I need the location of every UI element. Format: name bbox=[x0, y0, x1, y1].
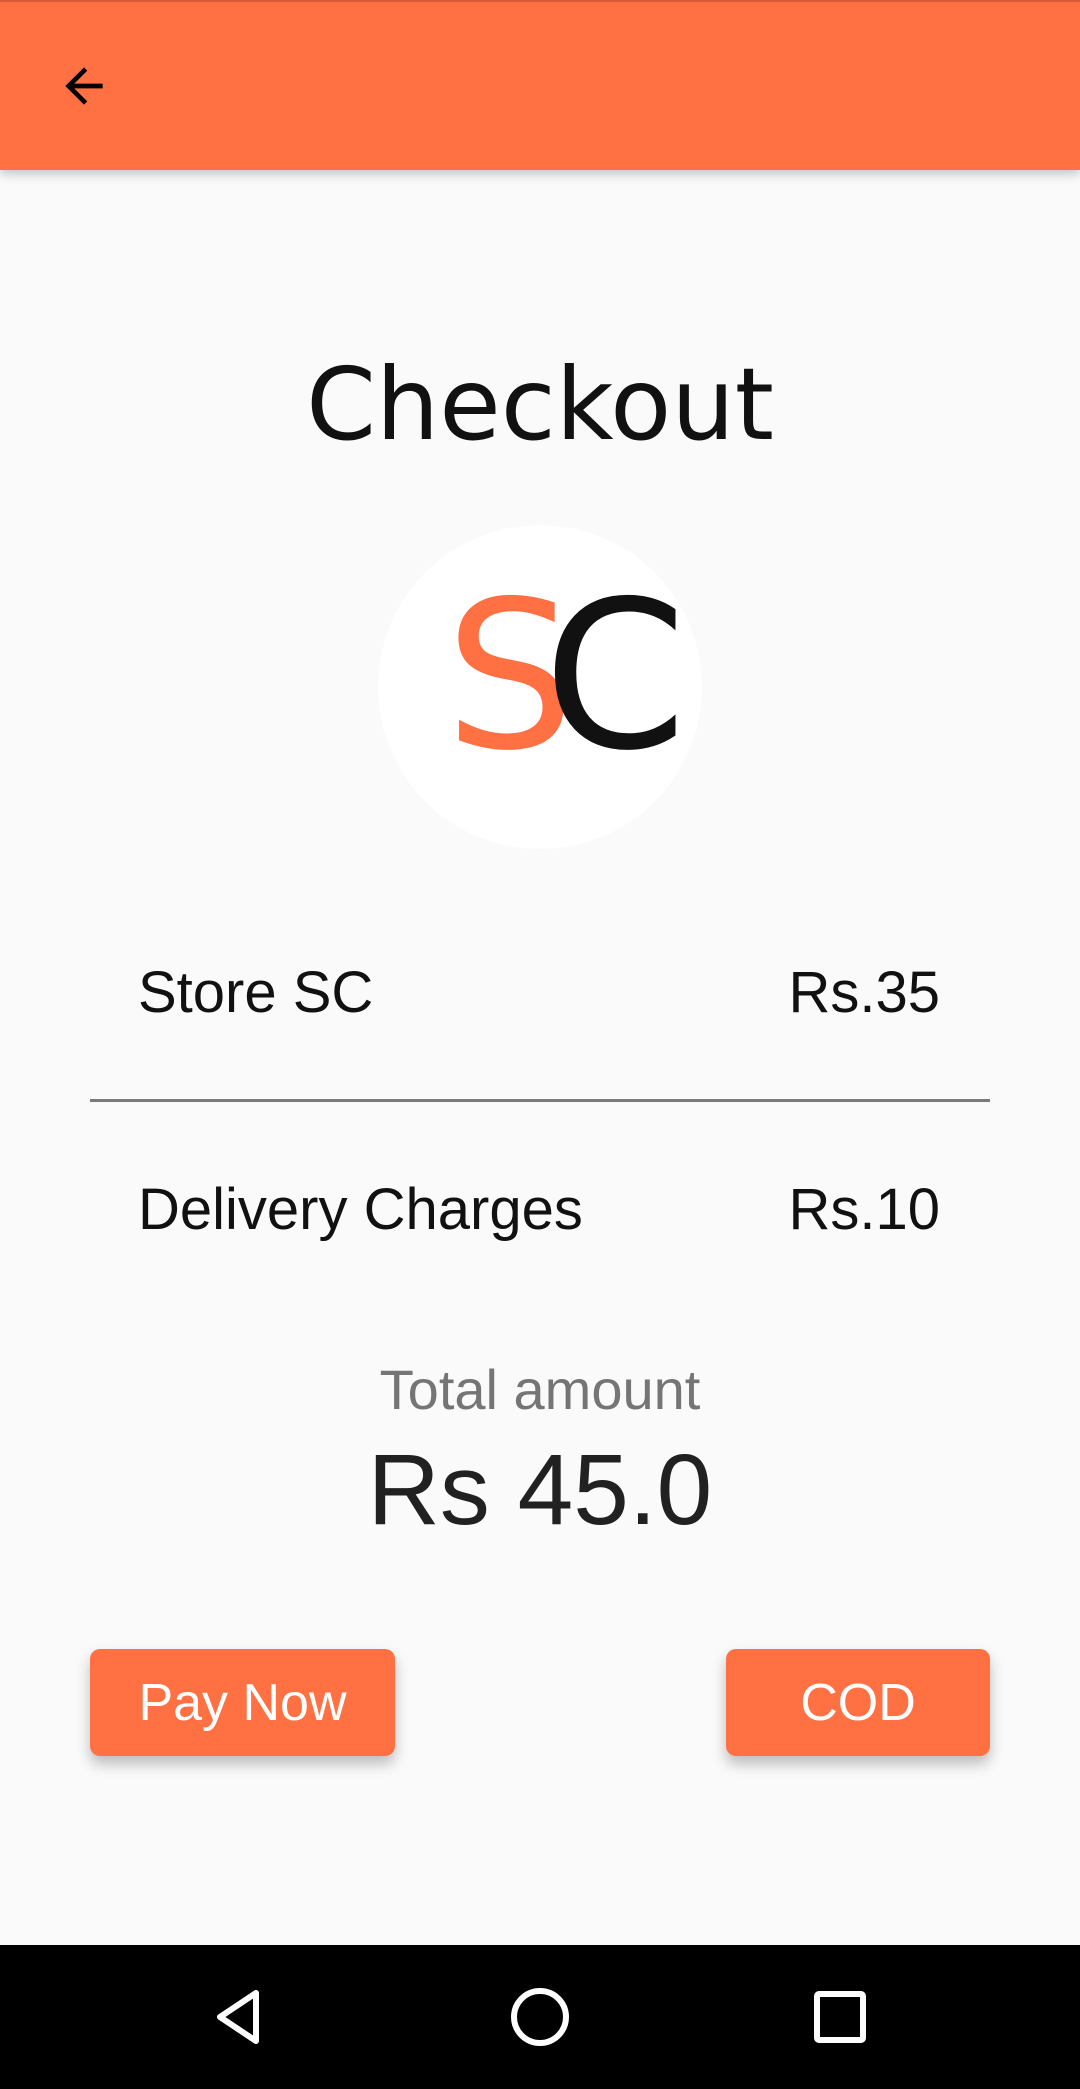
item-label-store: Store SC bbox=[138, 960, 374, 1025]
system-home-button[interactable] bbox=[490, 1967, 590, 2067]
nav-back-triangle-icon bbox=[217, 1990, 259, 2044]
pay-now-button[interactable]: Pay Now bbox=[90, 1649, 395, 1756]
item-value-delivery: Rs.10 bbox=[788, 1177, 940, 1242]
item-value-store: Rs.35 bbox=[788, 960, 940, 1025]
app-bar bbox=[0, 0, 1080, 170]
cod-button[interactable]: COD bbox=[726, 1649, 990, 1756]
nav-home-circle-icon bbox=[511, 1988, 569, 2046]
arrow-left-icon bbox=[65, 67, 103, 105]
page-title: Checkout bbox=[306, 346, 774, 463]
logo-letter-c: C bbox=[543, 558, 686, 796]
divider bbox=[90, 1099, 990, 1102]
system-navigation-bar bbox=[0, 1945, 1080, 2089]
nav-recents-square-icon bbox=[814, 1991, 866, 2043]
store-logo: S C bbox=[378, 525, 702, 849]
total-amount-value: Rs 45.0 bbox=[367, 1434, 713, 1546]
back-button[interactable] bbox=[40, 42, 128, 130]
item-label-delivery: Delivery Charges bbox=[138, 1177, 583, 1242]
system-recents-button[interactable] bbox=[790, 1967, 890, 2067]
system-back-button[interactable] bbox=[190, 1967, 290, 2067]
total-amount-label: Total amount bbox=[379, 1358, 701, 1421]
